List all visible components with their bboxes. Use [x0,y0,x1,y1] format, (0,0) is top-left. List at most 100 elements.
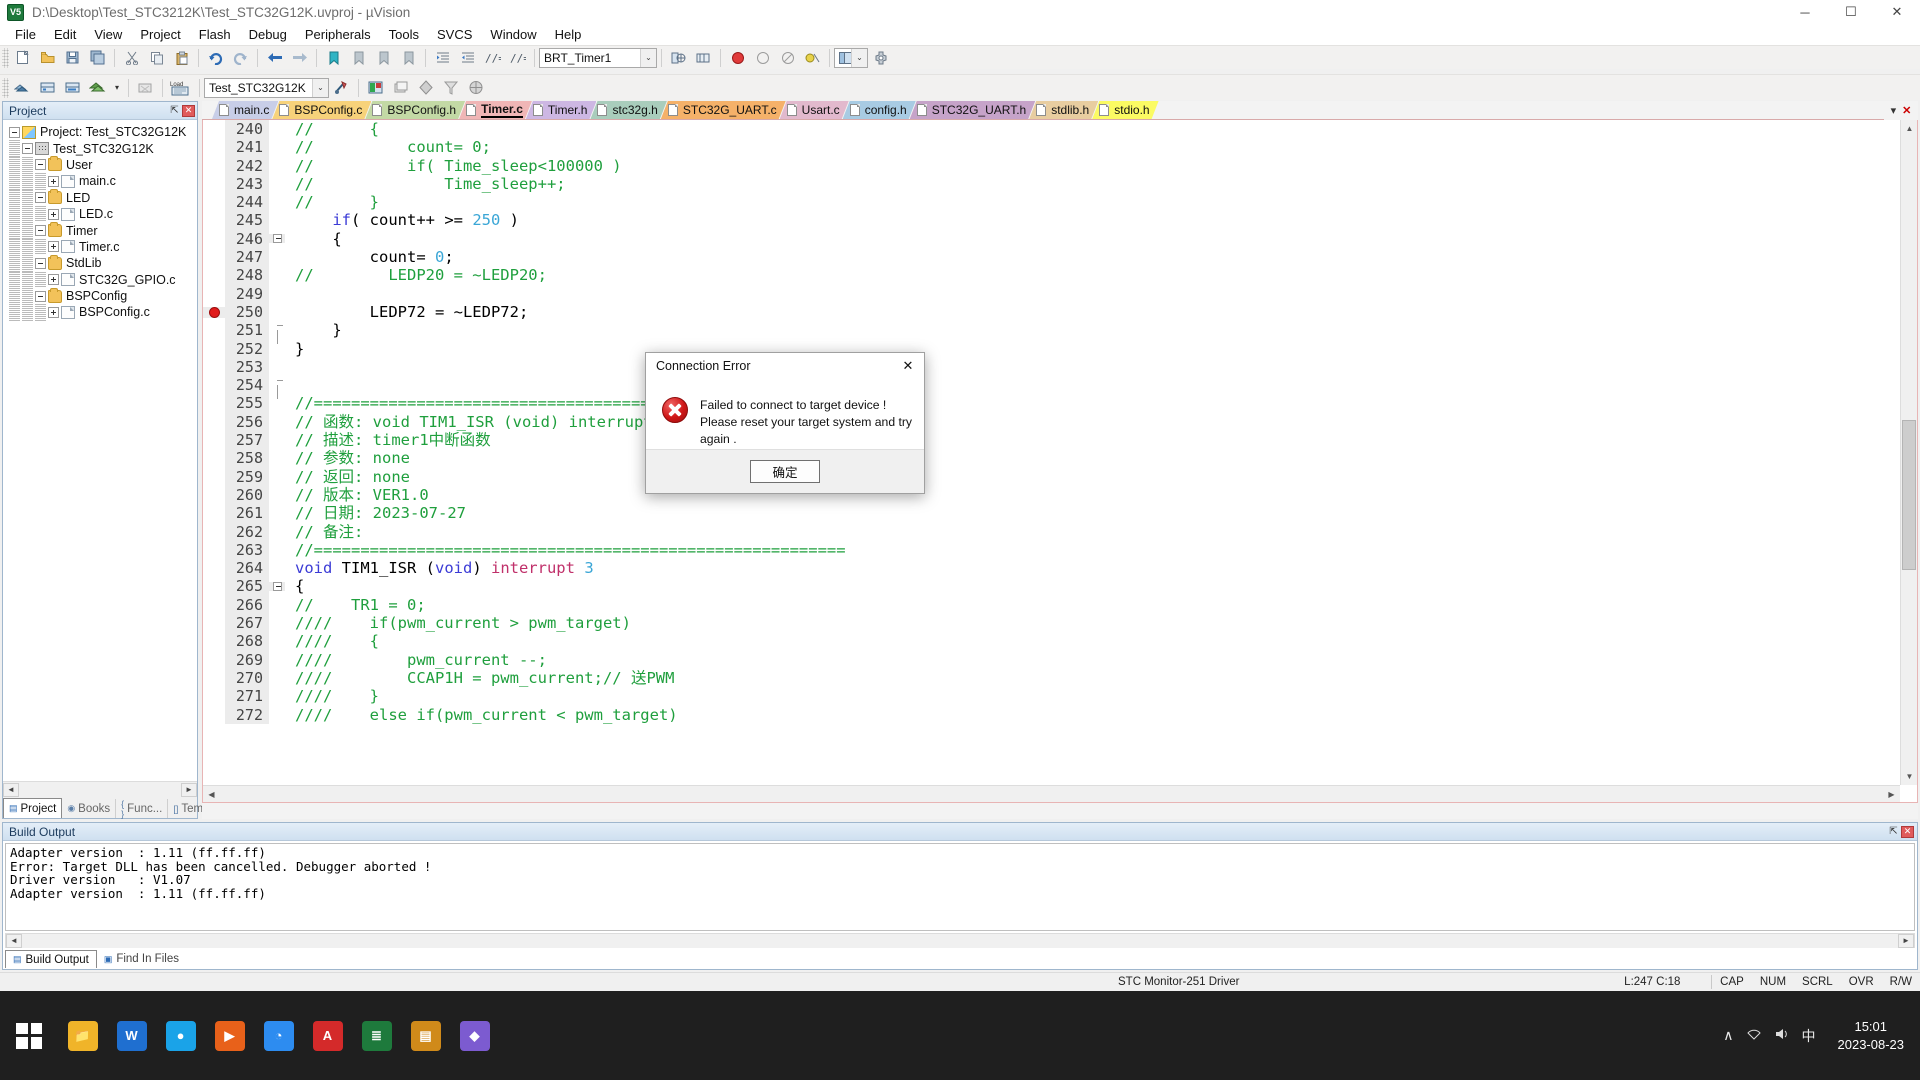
code-text[interactable]: // 描述: timer1中断函数 [287,431,491,449]
tree-item-timer.c[interactable]: Timer.c [9,238,197,256]
code-vscrollbar[interactable]: ▲ ▼ [1900,120,1917,785]
open-file-icon[interactable] [36,47,59,69]
editor-tab-timer-h[interactable]: Timer.h [526,101,597,119]
code-line[interactable]: 245 if( count++ >= 250 ) [203,211,1900,230]
taskbar-app-6[interactable]: ≣ [352,991,401,1080]
code-line[interactable]: 271 //// } [203,687,1900,706]
code-text[interactable]: // 参数: none [287,449,410,467]
expand-icon[interactable] [48,241,59,253]
breakpoint-gutter[interactable] [203,306,225,318]
code-line[interactable]: 255//===================================… [203,394,1900,413]
code-text[interactable]: } [287,321,341,339]
scroll-left-icon[interactable]: ◄ [6,933,22,948]
taskbar-app-4[interactable]: ◔ [254,991,303,1080]
batch-build-icon[interactable] [86,77,109,99]
build-output-text[interactable]: Adapter version : 1.11 (ff.ff.ff) Error: … [5,843,1915,931]
books-window-icon[interactable] [389,77,412,99]
tree-item-bspconfig.c[interactable]: BSPConfig.c [9,304,197,321]
editor-tab-usart-c[interactable]: Usart.c [780,101,849,119]
code-line[interactable]: 262 // 备注: [203,522,1900,541]
new-file-icon[interactable] [11,47,34,69]
menu-flash[interactable]: Flash [190,25,240,45]
show-hidden-icons-icon[interactable]: ∧ [1723,1027,1733,1044]
insert-breakpoint-icon[interactable] [751,47,774,69]
menu-svcs[interactable]: SVCS [428,25,481,45]
code-line[interactable]: 248 // LEDP20 = ~LEDP20; [203,266,1900,285]
code-text[interactable]: //// if(pwm_current > pwm_target) [287,614,631,632]
code-line[interactable]: 269 //// pwm_current --; [203,650,1900,669]
editor-tab-stdio-h[interactable]: stdio.h [1092,101,1158,119]
code-text[interactable]: // 版本: VER1.0 [287,486,429,504]
templates-window-icon[interactable] [439,77,462,99]
pin-icon[interactable]: ⇱ [1886,824,1901,839]
chevron-down-icon[interactable]: ⌄ [312,78,328,97]
navigate-back-icon[interactable] [263,47,286,69]
build-tab-findinfiles[interactable]: ▣ Find In Files [97,950,186,968]
menu-view[interactable]: View [85,25,131,45]
code-text[interactable]: { [287,230,341,248]
close-tab-icon[interactable]: ✕ [1902,104,1911,117]
collapse-icon[interactable] [35,225,46,237]
code-line[interactable]: 266 // TR1 = 0; [203,595,1900,615]
rebuild-target-icon[interactable] [61,77,84,99]
kill-breakpoints-icon[interactable] [776,47,799,69]
code-line[interactable]: 263 //===================================… [203,540,1900,560]
build-output-hscrollbar[interactable]: ◄ ► [5,933,1915,948]
fold-gutter[interactable] [269,582,285,592]
code-text[interactable]: if( count++ >= 250 ) [287,211,519,229]
tree-item-stdlib[interactable]: StdLib [9,254,197,272]
tree-item-main.c[interactable]: main.c [9,173,197,190]
dialog-close-button[interactable]: ✕ [892,353,924,379]
editor-tabbar[interactable]: main.c BSPConfig.c BSPConfig.h Timer.c Timer… [202,101,1918,120]
tree-item-bspconfig[interactable]: BSPConfig [9,287,197,305]
uncomment-lines-icon[interactable]: //= [506,47,529,69]
taskbar-app-7[interactable]: ▤ [401,991,450,1080]
project-window-icon[interactable] [364,77,387,99]
copy-icon[interactable] [145,47,168,69]
bookmark-next-icon[interactable] [372,47,395,69]
target-select[interactable]: BRT_Timer1 ⌄ [539,47,657,68]
code-line[interactable]: 252} [203,339,1900,358]
project-tree[interactable]: Project: Test_STC32G12K Test_STC32G12K Use… [3,120,197,321]
volume-icon[interactable] [1774,1027,1790,1044]
code-line[interactable]: 241 // count= 0; [203,138,1900,157]
taskbar-app-2[interactable]: ● [156,991,205,1080]
pin-icon[interactable]: ⇱ [167,103,182,118]
code-text[interactable]: // Time_sleep++; [287,175,566,193]
code-line[interactable]: 259 // 返回: none [203,467,1900,486]
configure-toolbar-icon[interactable] [869,47,892,69]
project-tab-books[interactable]: ◉ Books [62,799,117,818]
collapse-icon[interactable] [22,143,33,155]
close-icon[interactable]: ✕ [1901,825,1914,838]
download-to-flash-icon[interactable]: Load [168,77,194,99]
expand-icon[interactable] [48,306,59,318]
redo-icon[interactable] [229,47,252,69]
scroll-left-icon[interactable]: ◀ [203,787,220,802]
code-text[interactable]: // 备注: [287,523,363,541]
code-line[interactable]: 261 // 日期: 2023-07-27 [203,504,1900,523]
build-target-icon[interactable] [36,77,59,99]
code-hscrollbar[interactable]: ◀ ▶ [203,785,1900,802]
code-line[interactable]: 272 //// else if(pwm_current < pwm_target… [203,705,1900,724]
code-line[interactable]: 264 void TIM1_ISR (void) interrupt 3 [203,559,1900,578]
maximize-button[interactable]: ☐ [1828,0,1874,24]
start-button[interactable] [0,991,58,1080]
code-line[interactable]: 254 [203,376,1900,400]
code-line[interactable]: 256// 函数: void TIM1_ISR (void) interrupt… [203,412,1900,432]
tree-item-led[interactable]: LED [9,189,197,206]
minimize-button[interactable]: ─ [1782,0,1828,24]
code-line[interactable]: 242 // if( Time_sleep<100000 ) [203,156,1900,175]
disable-breakpoints-icon[interactable] [801,47,824,69]
translate-file-icon[interactable] [11,77,34,99]
code-text[interactable]: // 日期: 2023-07-27 [287,504,466,522]
editor-tab-stc32g_uart-c[interactable]: STC32G_UART.c [661,101,786,119]
fold-collapse-icon[interactable] [272,234,282,244]
collapse-icon[interactable] [35,192,46,204]
save-all-icon[interactable] [86,47,109,69]
code-line[interactable]: 257 // 描述: timer1中断函数 [203,431,1900,450]
project-tab-project[interactable]: ▤ Project [3,798,63,818]
tree-item-user[interactable]: User [9,156,197,174]
undo-icon[interactable] [204,47,227,69]
code-line[interactable]: 240 // { [203,120,1900,139]
editor-tab-stdlib-h[interactable]: stdlib.h [1029,101,1098,119]
